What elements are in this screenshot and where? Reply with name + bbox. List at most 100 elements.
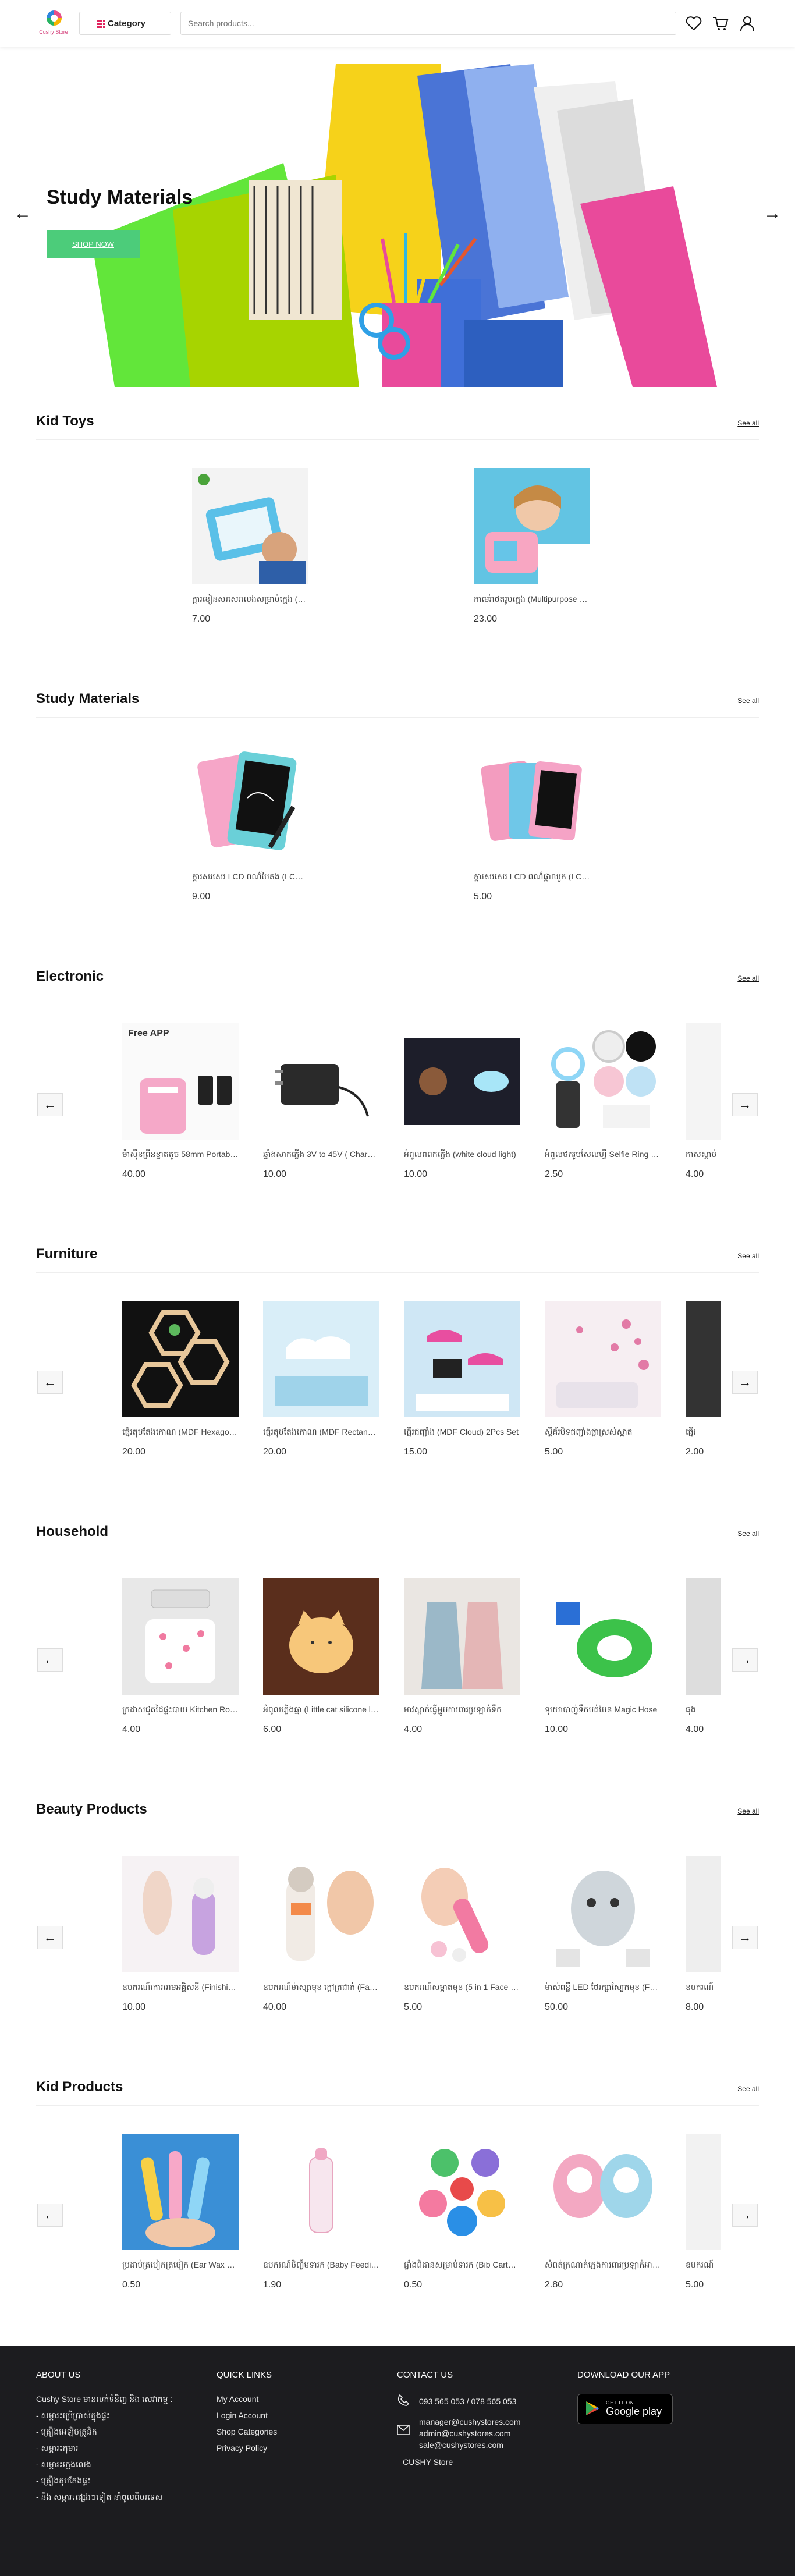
product-name[interactable]: អំពូលថតរូបសែលហ្វី Selfie Ring Light [545,1149,661,1161]
product-name[interactable]: សំពត់ក្រណាត់ក្មេងការពារប្រឡាក់អាហារ [545,2259,661,2272]
carousel-prev-button[interactable]: ← [37,2204,63,2227]
product-card[interactable]: ផ្ទាំងពិដានសម្រាប់ទារក (Bib Cartoon) 0.5… [404,2134,520,2290]
product-name[interactable]: ក្រដាសជូតដៃផ្ទះបាយ Kitchen Roll Holder [122,1704,239,1716]
product-card[interactable]: អំពូលពពកភ្លើង (white cloud light) 10.00 [404,1023,520,1180]
my-account-link[interactable]: My Account [217,2394,379,2404]
heart-icon[interactable] [684,14,703,33]
cart-icon[interactable] [711,14,730,33]
email-sale[interactable]: sale@cushystores.com [419,2440,521,2450]
product-name[interactable]: ឧបករណ៍ចិញ្ចឹមទារក (Baby Feeding Bottle) [263,2259,379,2272]
product-card[interactable]: អំពូលភ្លើងឆ្មា (Little cat silicone lamp… [263,1578,379,1735]
product-card[interactable]: ឧបករណ៍ 8.00 [686,1856,721,2013]
product-card[interactable]: ឧបករណ៍ចិញ្ចឹមទារក (Baby Feeding Bottle) … [263,2134,379,2290]
product-card[interactable]: Free APP ម៉ាស៊ីនព្រីនខ្នាតតូច 58mm Porta… [122,1023,239,1180]
product-card[interactable]: ក្រដាសជូតដៃផ្ទះបាយ Kitchen Roll Holder 4… [122,1578,239,1735]
product-name[interactable]: ម៉ាស៊ីនព្រីនខ្នាតតូច 58mm Portable Print… [122,1149,239,1161]
product-price: 10.00 [122,2002,146,2012]
product-card[interactable]: ម៉ាស់ពន្លឺ LED ថែរក្សាស្បែកមុខ (Face Mas… [545,1856,661,2013]
product-name[interactable]: ធ្នើរជញ្ជាំង (MDF Cloud) 2Pcs Set [404,1427,520,1439]
product-card[interactable]: សំពត់ក្រណាត់ក្មេងការពារប្រឡាក់អាហារ 2.80 [545,2134,661,2290]
shop-now-button[interactable]: SHOP NOW [47,230,140,258]
category-button[interactable]: Category [79,12,171,35]
product-name[interactable]: អាវស្ពាក់ធ្វើម្ហូបការពារប្រឡាក់ទឹក [404,1704,520,1716]
see-all-link[interactable]: See all [737,1530,759,1538]
user-icon[interactable] [738,14,757,33]
product-name[interactable]: កាសស្តាប់ [686,1149,721,1161]
store-logo[interactable]: Cushy Store [36,6,71,41]
google-play-icon [585,2400,600,2418]
see-all-link[interactable]: See all [737,974,759,982]
carousel-next-button[interactable]: → [732,1926,758,1949]
product-card[interactable]: កាសស្តាប់ 4.00 [686,1023,721,1180]
product-name[interactable]: អំពូលពពកភ្លើង (white cloud light) [404,1149,520,1161]
product-name[interactable]: ឧបករណ៍ [686,1982,721,1994]
product-name[interactable]: ក្ដារសរសេរ LCD ពណ៌ផ្កាឈូក (LCD Writing T… [474,871,590,883]
product-card[interactable]: អំពូលថតរូបសែលហ្វី Selfie Ring Light 2.50 [545,1023,661,1180]
email-manager[interactable]: manager@cushystores.com [419,2417,521,2427]
phone-number[interactable]: 093 565 053 / 078 565 053 [419,2397,516,2406]
product-image [545,1023,661,1140]
product-card[interactable]: ឧបករណ៍កោររោមអគ្គិសនី (Finishing Touch) 1… [122,1856,239,2013]
product-image [404,1856,520,1972]
email-admin[interactable]: admin@cushystores.com [419,2428,521,2439]
shop-categories-link[interactable]: Shop Categories [217,2426,379,2437]
see-all-link[interactable]: See all [737,1807,759,1815]
privacy-policy-link[interactable]: Privacy Policy [217,2443,379,2453]
product-name[interactable]: ទុយោបាញ់ទឹកបត់បែន Magic Hose [545,1704,661,1716]
product-card[interactable]: ប្រដាប់ត្របៀកត្រចៀក (Ear Wax Cleaner) 0.… [122,2134,239,2290]
product-card[interactable]: ធ្នើរជញ្ជាំង (MDF Cloud) 2Pcs Set 15.00 [404,1301,520,1457]
product-name[interactable]: ក្ដារខៀនសរសេរលេងសម្រាប់ក្មេង (Drawing Bo… [192,594,308,606]
product-card[interactable]: កាមេរ៉ាថតរូបក្មេង (Multipurpose Camera) … [474,468,590,625]
product-name[interactable]: ធ្នើរ [686,1427,721,1439]
product-price: 4.00 [686,1725,704,1734]
product-carousel: ← ប្រដាប់ត្របៀកត្រចៀក (Ear Wax Cleaner) … [36,2106,759,2327]
section-header: Electronic See all [36,963,759,995]
carousel-next-button[interactable]: → [732,1371,758,1394]
carousel-next-button[interactable]: → [732,2204,758,2227]
product-name[interactable]: ផ្ទាំងពិដានសម្រាប់ទារក (Bib Cartoon) [404,2259,520,2272]
product-name[interactable]: ធុង [686,1704,721,1716]
product-name[interactable]: កាមេរ៉ាថតរូបក្មេង (Multipurpose Camera) [474,594,590,606]
product-card[interactable]: ឧបករណ៍សម្អាតមុខ (5 in 1 Face Cleaner) 5.… [404,1856,520,2013]
google-play-button[interactable]: GET IT ON Google play [577,2394,673,2424]
product-card[interactable]: ឆ្នាំងសាកភ្លើង 3V to 45V ( Charger Adapt… [263,1023,379,1180]
product-card[interactable]: ស្ទីគ័របិទជញ្ជាំងផ្កាស្រស់ស្អាត 5.00 [545,1301,661,1457]
product-name[interactable]: ឧបករណ៍ម៉ាស្សាមុខ ក្ដៅត្រជាក់ (Face Massa… [263,1982,379,1994]
carousel-prev-button[interactable]: ← [37,1926,63,1949]
login-account-link[interactable]: Login Account [217,2410,379,2421]
product-name[interactable]: អំពូលភ្លើងឆ្មា (Little cat silicone lamp… [263,1704,379,1716]
product-name[interactable]: ឆ្នាំងសាកភ្លើង 3V to 45V ( Charger Adapt… [263,1149,379,1161]
see-all-link[interactable]: See all [737,1252,759,1260]
product-name[interactable]: ឧបករណ៍សម្អាតមុខ (5 in 1 Face Cleaner) [404,1982,520,1994]
product-card[interactable]: ឧបករណ៍ម៉ាស្សាមុខ ក្ដៅត្រជាក់ (Face Massa… [263,1856,379,2013]
product-card[interactable]: ក្ដារខៀនសរសេរលេងសម្រាប់ក្មេង (Drawing Bo… [192,468,308,625]
see-all-link[interactable]: See all [737,697,759,705]
search-input[interactable] [180,12,676,35]
product-card[interactable]: ឧបករណ៍ 5.00 [686,2134,721,2290]
product-name[interactable]: ក្ដារសរសេរ LCD ពណ៌បៃតង (LCD Writing Tabl… [192,871,308,883]
see-all-link[interactable]: See all [737,419,759,427]
product-name[interactable]: ស្ទីគ័របិទជញ្ជាំងផ្កាស្រស់ស្អាត [545,1427,661,1439]
carousel-prev-button[interactable]: ← [37,1371,63,1394]
product-card[interactable]: ទុយោបាញ់ទឹកបត់បែន Magic Hose 10.00 [545,1578,661,1735]
hero-prev-arrow[interactable]: ← [14,204,31,223]
product-card[interactable]: ធ្នើរតុបតែងកោណ (MDF Rectangle Shelf) 20.… [263,1301,379,1457]
hero-next-arrow[interactable]: → [764,204,781,223]
carousel-next-button[interactable]: → [732,1648,758,1672]
product-name[interactable]: ប្រដាប់ត្របៀកត្រចៀក (Ear Wax Cleaner) [122,2259,239,2272]
product-name[interactable]: ឧបករណ៍កោររោមអគ្គិសនី (Finishing Touch) [122,1982,239,1994]
product-name[interactable]: ធ្នើរតុបតែងកោណ (MDF Hexagon Shelf) [122,1427,239,1439]
product-card[interactable]: ធ្នើរតុបតែងកោណ (MDF Hexagon Shelf) 20.00 [122,1301,239,1457]
product-card[interactable]: ក្ដារសរសេរ LCD ពណ៌ផ្កាឈូក (LCD Writing T… [474,746,590,902]
product-name[interactable]: ធ្នើរតុបតែងកោណ (MDF Rectangle Shelf) [263,1427,379,1439]
product-card[interactable]: ធ្នើរ 2.00 [686,1301,721,1457]
product-name[interactable]: ម៉ាស់ពន្លឺ LED ថែរក្សាស្បែកមុខ (Face Mas… [545,1982,661,1994]
product-card[interactable]: អាវស្ពាក់ធ្វើម្ហូបការពារប្រឡាក់ទឹក 4.00 [404,1578,520,1735]
product-card[interactable]: ក្ដារសរសេរ LCD ពណ៌បៃតង (LCD Writing Tabl… [192,746,308,902]
carousel-prev-button[interactable]: ← [37,1648,63,1672]
product-name[interactable]: ឧបករណ៍ [686,2259,721,2272]
see-all-link[interactable]: See all [737,2085,759,2093]
product-card[interactable]: ធុង 4.00 [686,1578,721,1735]
carousel-prev-button[interactable]: ← [37,1093,63,1116]
carousel-next-button[interactable]: → [732,1093,758,1116]
